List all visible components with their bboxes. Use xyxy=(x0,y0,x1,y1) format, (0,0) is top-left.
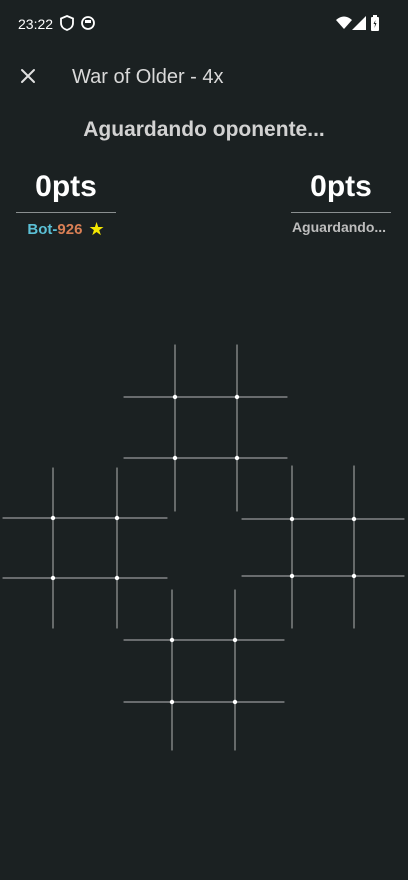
grid-intersection xyxy=(169,637,175,643)
board-red[interactable] xyxy=(121,342,290,514)
grid-intersection xyxy=(234,455,240,461)
grid-intersection xyxy=(351,516,357,522)
board-orange[interactable] xyxy=(239,463,407,631)
grid-intersection xyxy=(114,575,120,581)
grid-intersection xyxy=(232,699,238,705)
game-boards xyxy=(0,342,407,753)
grid-intersection xyxy=(289,573,295,579)
grid-intersection xyxy=(172,455,178,461)
grid-intersection xyxy=(234,394,240,400)
grid-intersection xyxy=(172,394,178,400)
grid-intersection xyxy=(114,515,120,521)
grid-intersection xyxy=(351,573,357,579)
grid-intersection xyxy=(50,575,56,581)
grid-intersection xyxy=(169,699,175,705)
board-green[interactable] xyxy=(121,587,287,753)
grid-intersection xyxy=(50,515,56,521)
board-blue[interactable] xyxy=(0,465,170,631)
grid-intersection xyxy=(289,516,295,522)
grid-intersection xyxy=(232,637,238,643)
